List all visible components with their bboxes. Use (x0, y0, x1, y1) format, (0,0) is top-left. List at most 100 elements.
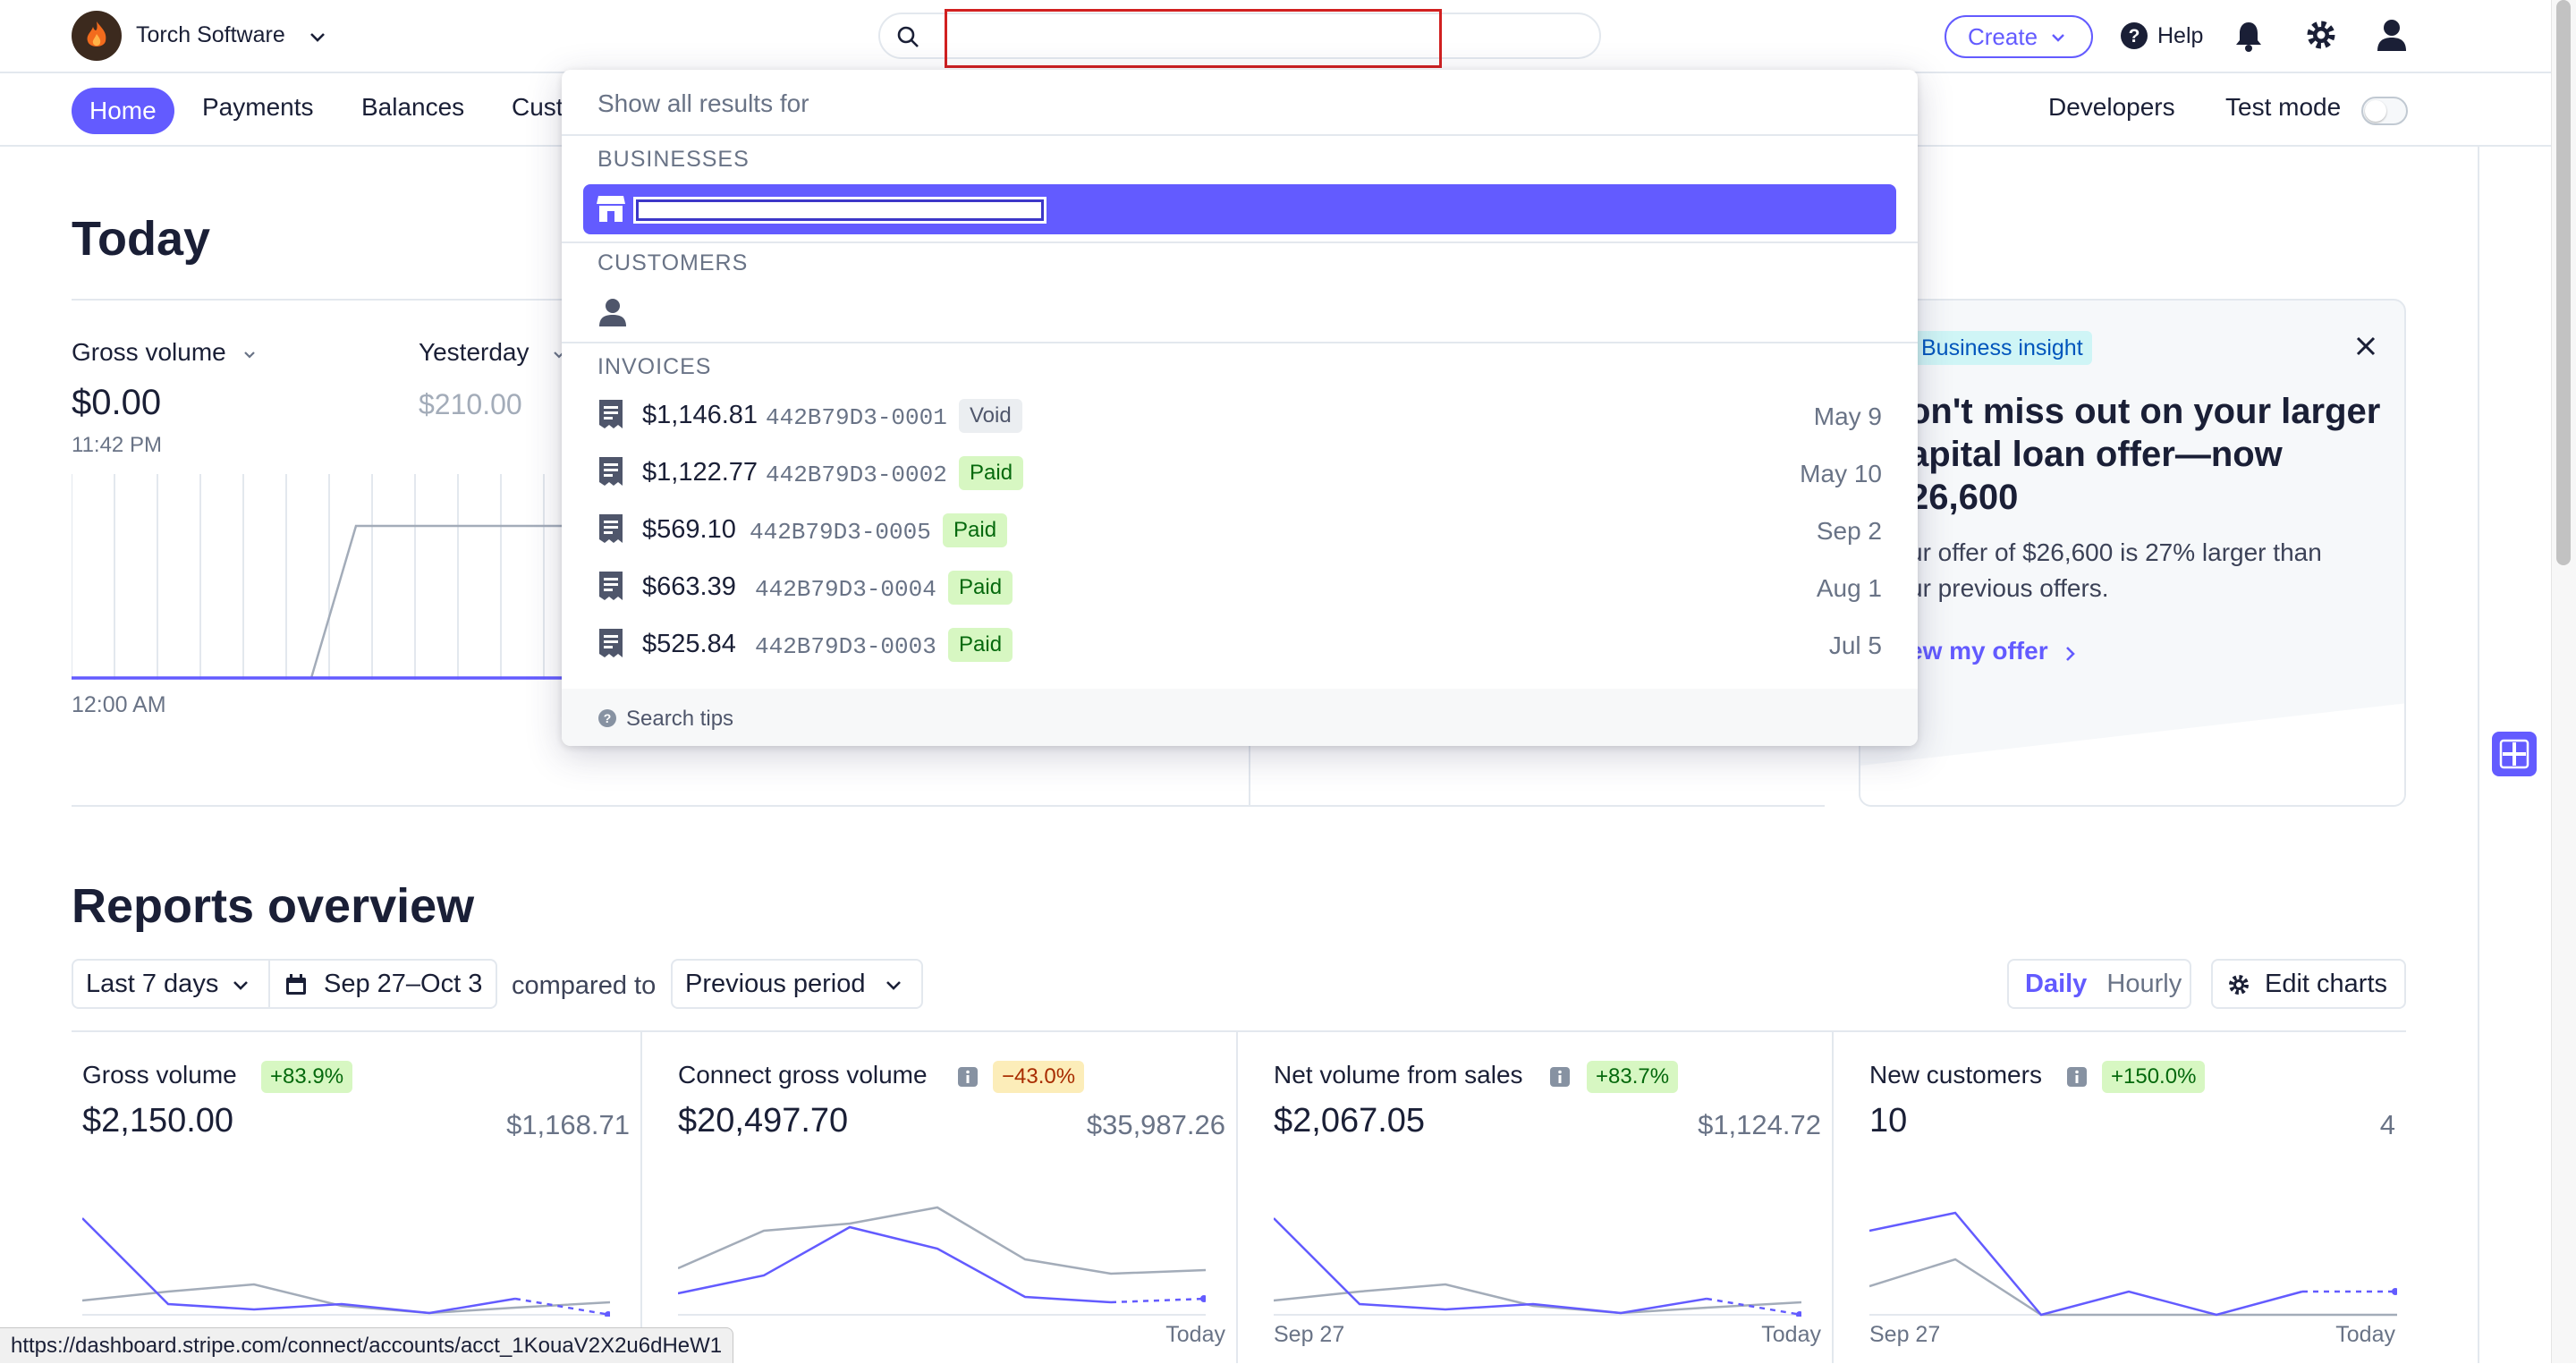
nav-customers[interactable]: Cust (512, 93, 564, 122)
delta-badge: +83.7% (1587, 1061, 1679, 1093)
business-result-row[interactable] (583, 184, 1896, 234)
date-range-label: Sep 27–Oct 3 (324, 970, 483, 998)
search-bar[interactable] (878, 9, 1601, 68)
compared-to-label: compared to (512, 971, 657, 1000)
receipt-icon (599, 572, 623, 600)
granularity-toggle: Daily Hourly (2007, 959, 2191, 1009)
invoice-amount: $569.10 (642, 515, 736, 544)
invoice-date: Aug 1 (1816, 574, 1882, 602)
invoice-status: Paid (948, 628, 1013, 662)
help-button[interactable]: ? Help (2120, 18, 2209, 55)
invoice-amount: $1,146.81 (642, 401, 758, 429)
invoice-date: Sep 2 (1816, 517, 1882, 545)
insight-title-2: apital loan offer—now (1909, 435, 2283, 474)
invoice-id: 442B79D3-0001 (766, 404, 947, 431)
report-card-new-customers[interactable]: New customers +150.0% 10 4 Sep 27 Today (1859, 1030, 2406, 1363)
receipt-icon (599, 629, 623, 657)
search-tips-link[interactable]: ? Search tips (597, 707, 776, 733)
bell-icon[interactable] (2234, 20, 2263, 52)
dropdown-divider (562, 342, 1918, 343)
invoice-row[interactable]: $663.39 442B79D3-0004 Paid Aug 1 (597, 563, 1882, 614)
svg-text:?: ? (2129, 26, 2140, 47)
nav-balances[interactable]: Balances (361, 93, 464, 122)
customers-header: CUSTOMERS (597, 250, 749, 275)
info-icon[interactable] (957, 1066, 979, 1088)
report-card-connect-gross-volume[interactable]: Connect gross volume −43.0% $20,497.70 $… (667, 1030, 1238, 1363)
gear-icon[interactable] (2304, 18, 2338, 52)
invoice-status: Void (959, 399, 1022, 433)
invoice-row[interactable]: $569.10 442B79D3-0005 Paid Sep 2 (597, 506, 1882, 556)
yesterday-value: $210.00 (419, 388, 522, 420)
report-card-net-volume[interactable]: Net volume from sales +83.7% $2,067.05 $… (1263, 1030, 1834, 1363)
report-card-gross-volume[interactable]: Gross volume +83.9% $2,150.00 $1,168.71 (72, 1030, 642, 1363)
nav-payments[interactable]: Payments (202, 93, 314, 122)
compare-period-select[interactable]: Previous period (671, 959, 923, 1009)
search-tips-footer: ? Search tips (562, 689, 1918, 746)
plus-icon (2499, 739, 2529, 769)
account-switcher[interactable]: Torch Software (70, 9, 338, 63)
delta-badge: +83.9% (261, 1061, 353, 1093)
receipt-icon (599, 514, 623, 543)
card-axis-start: Sep 27 (1274, 1322, 1345, 1347)
card-sparkline (678, 1206, 1206, 1316)
search-results-dropdown: Show all results for BUSINESSES CUSTOMER… (562, 70, 1918, 746)
delta-badge: −43.0% (993, 1061, 1085, 1093)
dropdown-divider (562, 241, 1918, 243)
chevron-right-icon (2066, 647, 2075, 661)
nav-home[interactable]: Home (72, 88, 174, 134)
invoice-amount: $1,122.77 (642, 458, 758, 487)
card-value: $2,067.05 (1274, 1102, 1426, 1139)
invoice-id: 442B79D3-0005 (750, 519, 931, 546)
info-icon[interactable] (2066, 1066, 2088, 1088)
top-bar: Torch Software Create ? Help (0, 0, 2551, 73)
card-sparkline (82, 1217, 610, 1317)
receipt-icon (599, 400, 623, 428)
invoice-amount: $525.84 (642, 630, 736, 658)
invoice-row[interactable]: $1,146.81 442B79D3-0001 Void May 9 (597, 392, 1882, 442)
card-axis-end: Today (1761, 1322, 1821, 1347)
close-icon[interactable] (2352, 333, 2379, 360)
svg-text:?: ? (604, 711, 612, 725)
invoice-date: Jul 5 (1828, 631, 1882, 659)
card-title: New customers (1869, 1061, 2042, 1089)
invoices-header: INVOICES (597, 354, 712, 379)
info-icon[interactable] (1549, 1066, 1571, 1088)
gross-volume-value: $0.00 (72, 383, 162, 422)
chevron-down-icon (244, 352, 255, 359)
scrollbar-thumb[interactable] (2556, 0, 2571, 565)
invoice-id: 442B79D3-0004 (755, 576, 936, 603)
card-axis-end: Today (1165, 1322, 1225, 1347)
card-axis-end: Today (2335, 1322, 2395, 1347)
edit-charts-label: Edit charts (2265, 970, 2387, 998)
invoice-date: May 10 (1800, 460, 1882, 487)
show-all-results[interactable]: Show all results for (597, 89, 809, 118)
card-value: 10 (1869, 1102, 1908, 1139)
view-offer-link[interactable]: ew my offer (1909, 637, 2123, 673)
card-previous: $35,987.26 (1086, 1109, 1225, 1140)
user-icon[interactable] (2376, 18, 2408, 52)
invoice-row[interactable]: $1,122.77 442B79D3-0002 Paid May 10 (597, 449, 1882, 499)
daily-option[interactable]: Daily (2025, 970, 2087, 998)
range-select[interactable]: Last 7 days (72, 959, 270, 1009)
gross-volume-label: Gross volume (72, 338, 226, 366)
nav-developers[interactable]: Developers (2048, 93, 2175, 122)
edit-charts-button[interactable]: Edit charts (2211, 959, 2406, 1009)
card-value: $2,150.00 (82, 1102, 234, 1139)
yesterday-line (72, 524, 572, 680)
invoice-row[interactable]: $525.84 442B79D3-0003 Paid Jul 5 (597, 621, 1882, 671)
gross-volume-selector[interactable]: Gross volume (72, 338, 286, 374)
date-range-picker[interactable]: Sep 27–Oct 3 (268, 959, 497, 1009)
gear-icon (2229, 975, 2249, 995)
yesterday-selector[interactable]: Yesterday (419, 338, 580, 374)
person-icon[interactable] (597, 297, 628, 327)
test-mode-toggle[interactable] (2361, 97, 2408, 125)
card-previous: $1,168.71 (506, 1109, 630, 1140)
create-button[interactable]: Create (1945, 15, 2093, 58)
hourly-option[interactable]: Hourly (2106, 970, 2182, 998)
reports-title: Reports overview (72, 879, 475, 933)
quick-add-button[interactable] (2492, 732, 2537, 776)
invoice-status: Paid (948, 571, 1013, 605)
insight-badge: Business insight (1912, 331, 2092, 365)
search-input[interactable] (945, 9, 1442, 68)
invoice-id: 442B79D3-0003 (755, 633, 936, 660)
